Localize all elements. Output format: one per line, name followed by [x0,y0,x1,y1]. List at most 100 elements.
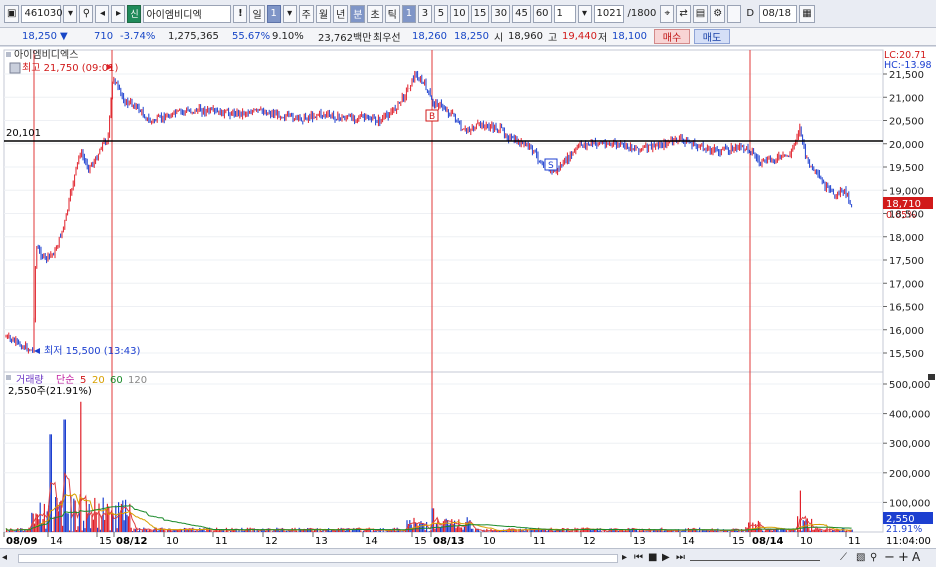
price-change: 710 [94,31,114,42]
volume-panel-handle-icon[interactable] [6,375,11,380]
next-stock-icon[interactable]: ▸ [111,4,126,23]
period-dropdown-icon[interactable]: ▾ [282,4,297,23]
period-year[interactable]: 년 [333,4,349,23]
best-quote-label: 최우선 [373,33,401,44]
volume-bar [25,530,27,532]
minute-3[interactable]: 3 [417,4,432,23]
search-icon[interactable]: ⚲ [79,4,94,23]
layout-icon[interactable]: ▣ [4,4,20,23]
calendar-icon[interactable]: ▦ [799,4,815,23]
volume-bar [438,527,440,532]
volume-value-label: 2,550주(21.91%) [8,386,92,397]
volume-bar [568,530,570,532]
minute-30[interactable]: 30 [491,4,511,23]
volume-bar [287,531,289,532]
crosshair-icon[interactable]: ⌖ [660,4,675,23]
play-icon[interactable]: ▶ [662,552,674,564]
buy-button[interactable]: 매수 [654,29,690,44]
scroll-left-icon[interactable]: ◂ [2,552,14,564]
volume-bar [73,498,75,532]
date-checkbox[interactable] [727,4,742,23]
period-tick[interactable]: 틱 [384,4,400,23]
volume-bar [820,530,822,532]
chart-area[interactable]: 아이엠비디엑스 최고 21,750 (09:01) 최저 15,500 (13:… [0,47,936,567]
interval-dropdown-icon[interactable]: ▾ [577,4,592,23]
volume-bar [203,528,205,532]
calendar-icon[interactable] [9,62,21,74]
scroll-right-icon[interactable]: ▸ [622,552,634,564]
zoom-in-icon[interactable]: + [898,550,912,565]
volume-bar [147,530,149,532]
volume-bar [77,526,79,532]
turnover-rate: 9.10% [272,31,304,42]
volume-bar [623,530,625,532]
volume-bar [644,531,646,532]
prev-stock-icon[interactable]: ◂ [95,4,110,23]
low-price: 18,100 [612,31,647,42]
ma20-line [5,493,852,532]
warning-button[interactable]: ! [233,4,248,23]
volume-panel-close-icon[interactable] [928,374,935,380]
volume-bar [286,530,288,532]
zoom-icon[interactable]: ⚲ [870,552,882,564]
volume-bar [217,530,219,532]
stock-name-field[interactable]: 아이엠비디엑 [143,4,232,23]
volume-bar [552,530,554,532]
panel-handle-icon[interactable] [6,52,11,57]
stop-icon[interactable]: ■ [648,552,660,564]
volume-bar [433,508,435,532]
volume-bar [204,531,206,532]
x-axis-label: 14 [50,536,63,547]
period-day-count[interactable]: 1 [266,4,281,23]
minute-60[interactable]: 60 [532,4,552,23]
volume-bar [718,531,720,532]
image-icon[interactable]: ▧ [856,552,868,564]
x-axis-label: 15 [99,536,112,547]
minute-15[interactable]: 15 [470,4,490,23]
period-second[interactable]: 초 [367,4,383,23]
date-input[interactable]: 08/18 [759,4,798,23]
volume-bar [167,530,169,532]
volume-bar [164,530,166,532]
zoom-out-icon[interactable]: − [884,550,898,565]
draw-line-icon[interactable]: ⟋ [840,552,852,564]
price-tick-label: 19,500 [889,163,924,174]
volume-bar [126,514,128,532]
stock-code-input[interactable]: 461030 [21,4,63,23]
zoom-slider[interactable] [690,555,820,561]
ma120-legend: 120 [128,375,147,386]
stock-chart-svg[interactable]: 아이엠비디엑스 최고 21,750 (09:01) 최저 15,500 (13:… [0,47,936,567]
minute-10[interactable]: 10 [449,4,469,23]
volume-bar [351,529,353,532]
last-page-icon[interactable]: ⏭ [676,552,688,564]
volume-bar [601,531,603,532]
x-axis-label: 14 [682,536,695,547]
volume-bar [242,531,244,532]
settings-gear-icon[interactable]: ⚙ [710,4,726,23]
volume-bar [330,530,332,532]
interval-select[interactable]: 1 [553,4,576,23]
x-axis-label: 08/12 [116,536,148,547]
minute-5[interactable]: 5 [433,4,448,23]
data-count-input[interactable]: 1021 [593,4,624,23]
first-page-icon[interactable]: ⏮ [634,552,646,564]
candle-series [5,64,853,354]
hline-value-label: 20,101 [6,128,41,139]
minute-45[interactable]: 45 [512,4,531,23]
volume-bar [428,531,430,532]
quote-info-bar: 18,250 ▼ 710 -3.74% 1,275,365 55.67% 9.1… [0,28,936,46]
sell-button[interactable]: 매도 [694,29,730,44]
horizontal-scrollbar[interactable] [18,554,618,563]
period-week[interactable]: 주 [298,4,314,23]
period-month[interactable]: 월 [315,4,332,23]
code-dropdown-icon[interactable]: ▾ [63,4,78,23]
minute-1[interactable]: 1 [401,4,416,23]
font-size-icon[interactable]: A [912,550,926,564]
date-prefix: D [746,8,755,19]
compare-icon[interactable]: ⇄ [676,4,691,23]
period-day[interactable]: 일 [249,4,265,23]
chart-toolbar: ▣ 461030 ▾ ⚲ ◂ ▸ 신 아이엠비디엑 ! 일 1 ▾ 주 월 년 … [0,0,936,28]
save-icon[interactable]: ▤ [692,4,709,23]
period-minute[interactable]: 분 [350,4,366,23]
volume-bar [626,530,628,532]
